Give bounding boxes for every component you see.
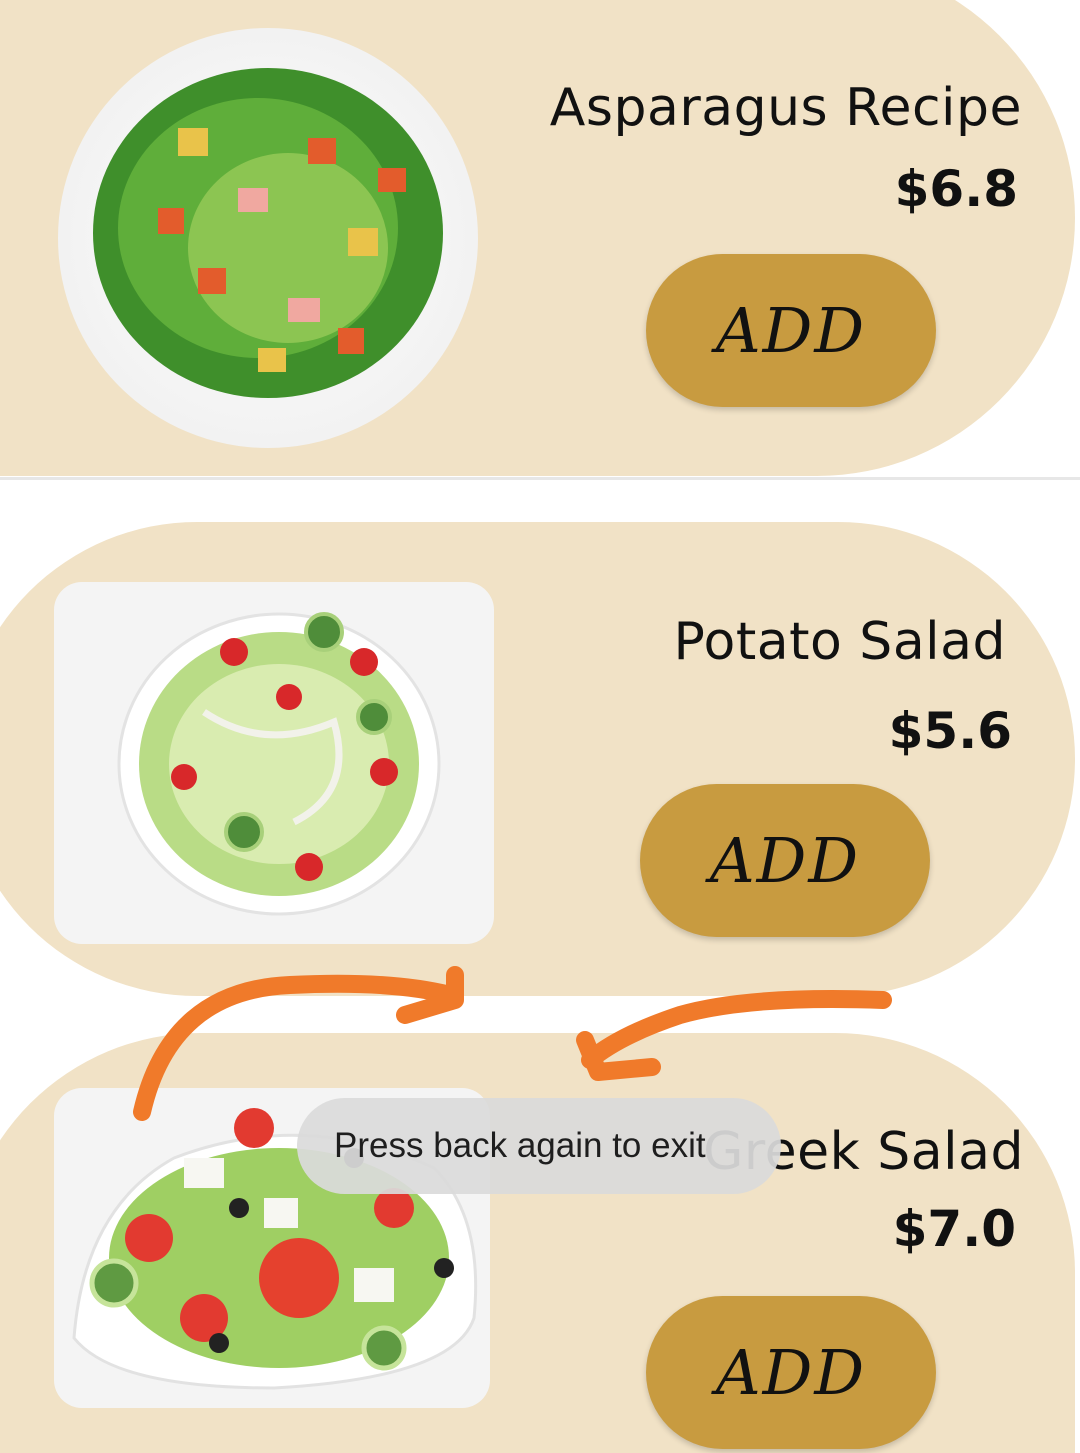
add-button[interactable]: ADD — [646, 254, 936, 407]
salad-image — [58, 28, 478, 448]
item-name: Asparagus Recipe — [549, 78, 1022, 138]
item-price: $5.6 — [888, 702, 1012, 760]
exit-toast: Press back again to exit — [297, 1098, 781, 1194]
salad-image — [54, 582, 494, 944]
add-button[interactable]: ADD — [646, 1296, 936, 1449]
add-button[interactable]: ADD — [640, 784, 930, 937]
item-name: Potato Salad — [673, 612, 1006, 672]
item-price: $6.8 — [894, 160, 1018, 218]
item-price: $7.0 — [892, 1200, 1016, 1258]
divider — [0, 477, 1080, 480]
